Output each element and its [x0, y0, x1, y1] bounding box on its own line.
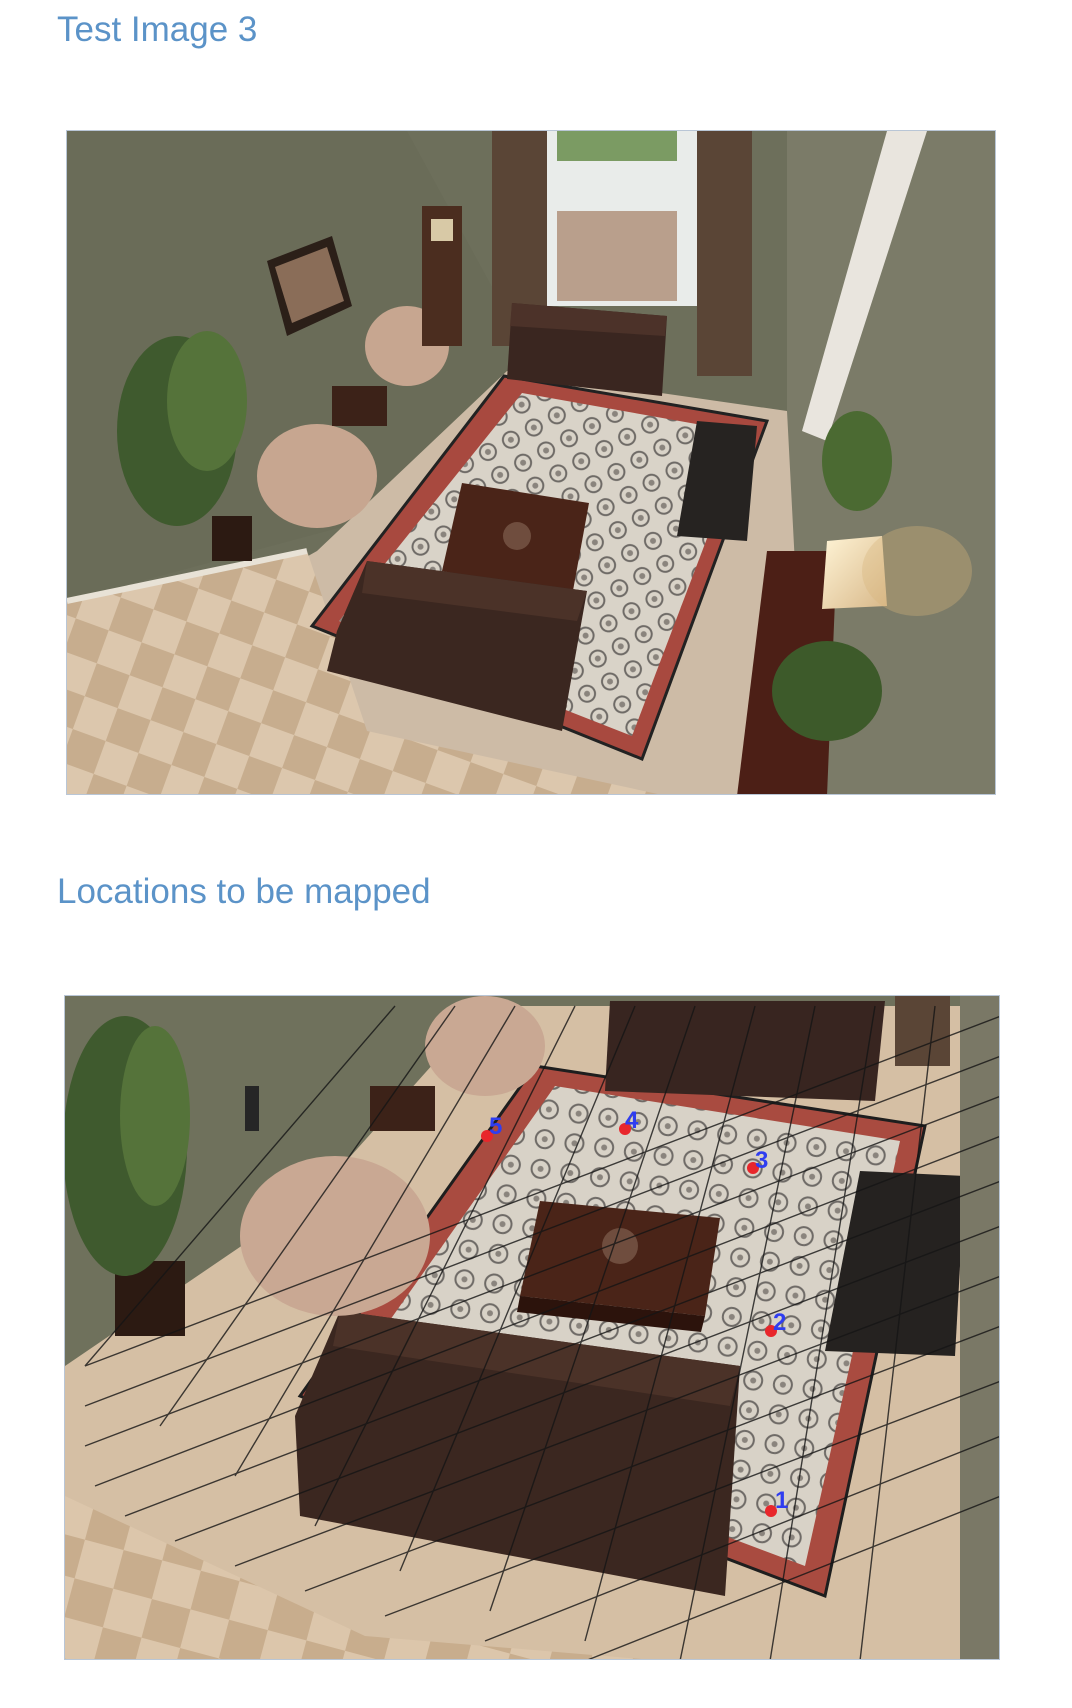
marker-1-label: 1	[775, 1487, 788, 1514]
marker-5-label: 5	[489, 1113, 502, 1140]
locations-heading: Locations to be mapped	[57, 872, 431, 911]
marker-3-label: 3	[755, 1147, 768, 1174]
living-room-photo	[66, 130, 996, 795]
living-room-grid-photo: 1 2 3 4 5	[64, 995, 1000, 1660]
test-image-heading: Test Image 3	[57, 10, 258, 49]
marker-2-label: 2	[773, 1309, 786, 1336]
living-room-illustration	[67, 131, 995, 794]
living-room-grid-illustration: 1 2 3 4 5	[65, 996, 999, 1659]
marker-4-label: 4	[625, 1107, 639, 1134]
